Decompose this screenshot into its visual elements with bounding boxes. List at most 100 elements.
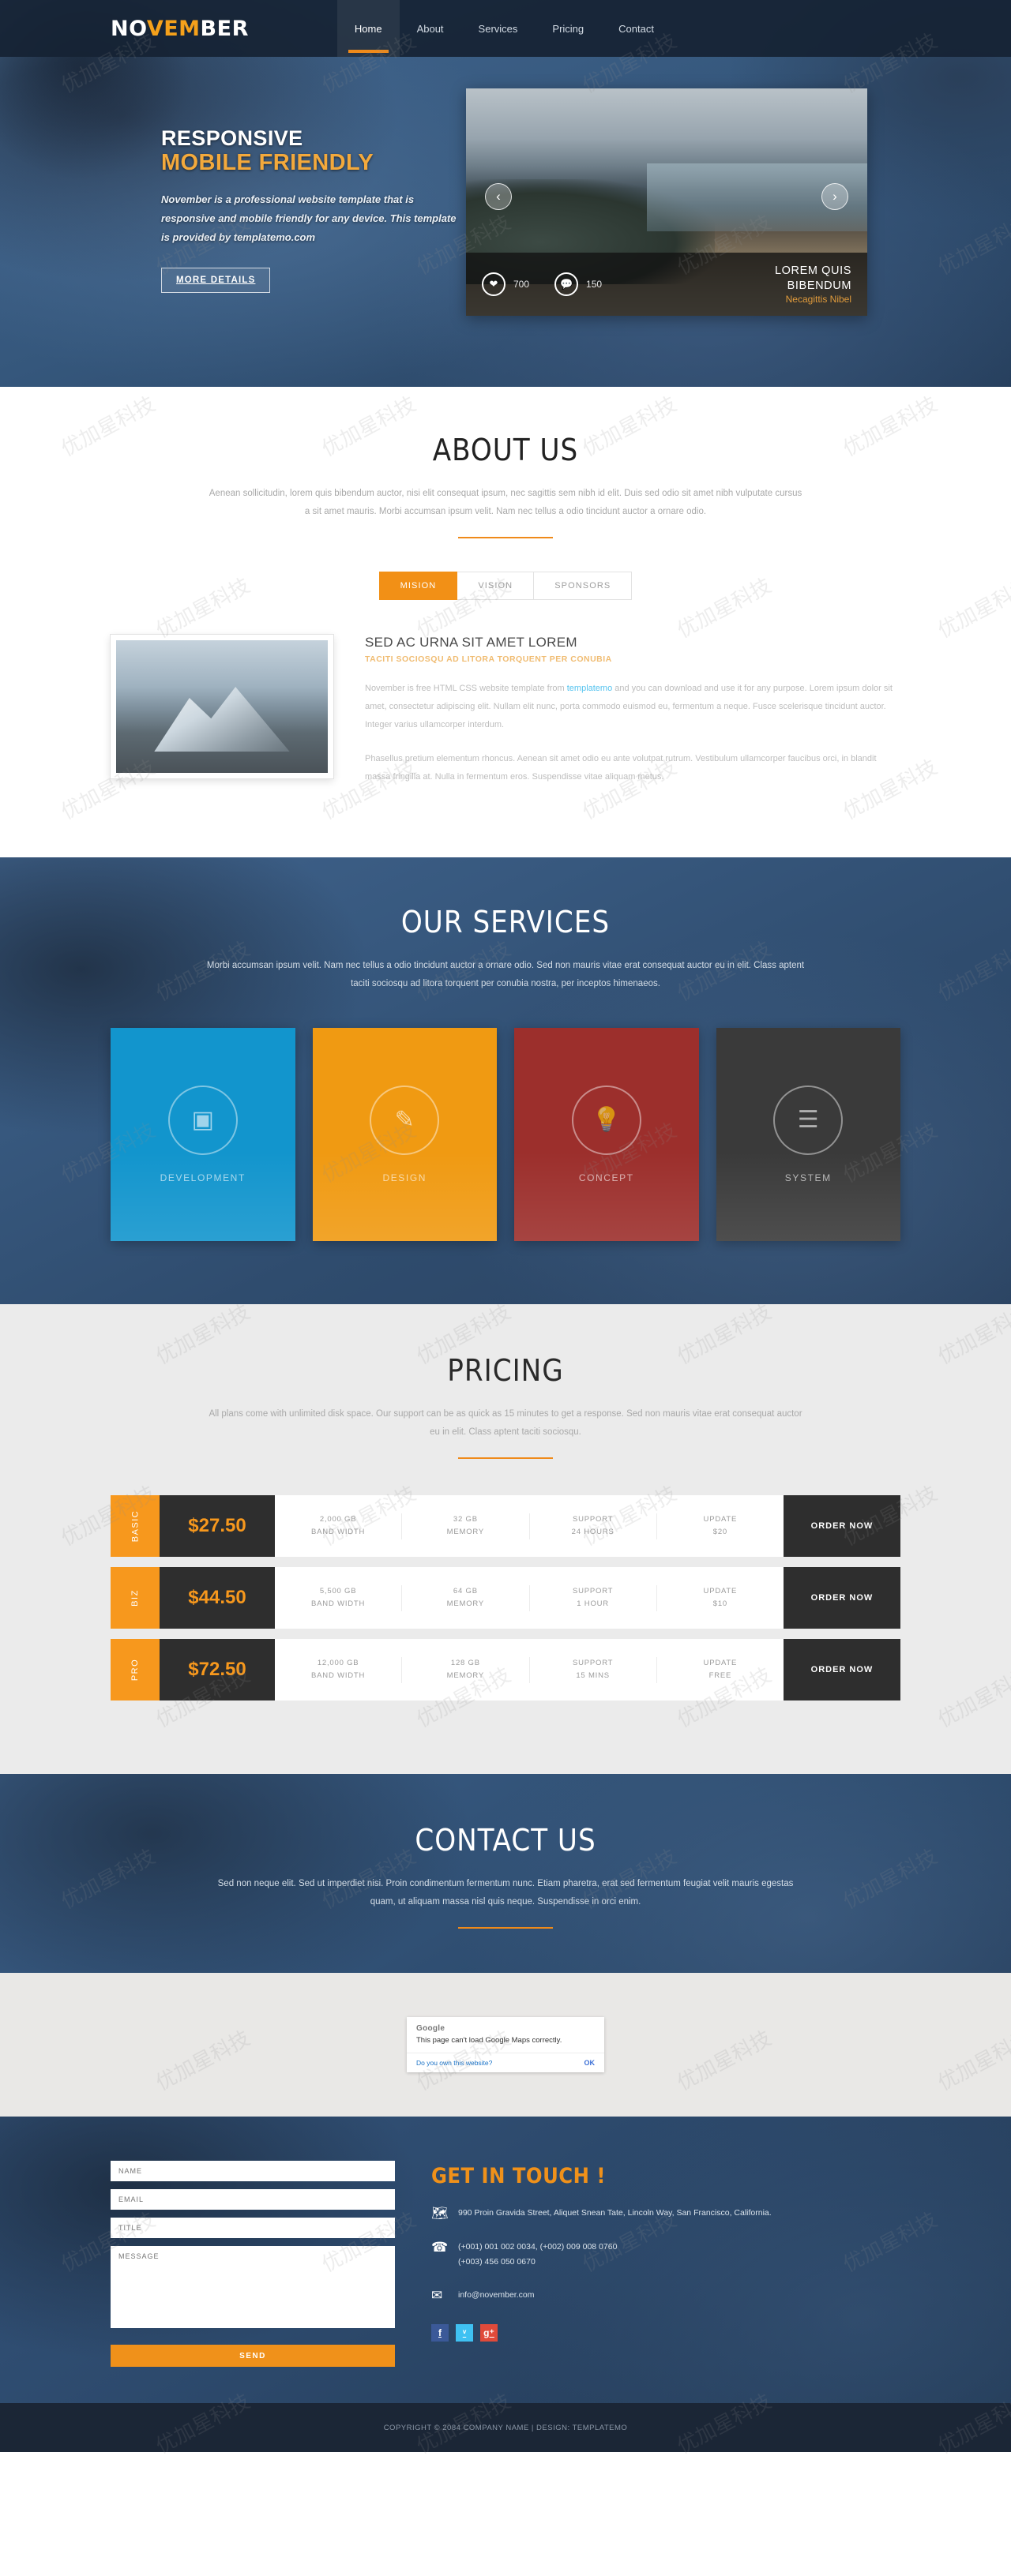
logo-part-3: BER bbox=[200, 16, 249, 41]
table-row: BASIC $27.50 2,000 GB BAND WIDTH 32 GB M… bbox=[111, 1495, 900, 1558]
plan-name-biz: BIZ bbox=[111, 1567, 160, 1629]
slider-caption-sub: Necagittis Nibel bbox=[785, 293, 851, 305]
hero-title-line1: RESPONSIVE bbox=[161, 126, 303, 150]
pricing-table: BASIC $27.50 2,000 GB BAND WIDTH 32 GB M… bbox=[111, 1495, 900, 1701]
plan-bandwidth-biz: 5,500 GB BAND WIDTH bbox=[275, 1584, 403, 1612]
tab-sponsors[interactable]: SPONSORS bbox=[534, 572, 633, 600]
about-p1-a: November is free HTML CSS website templa… bbox=[365, 684, 567, 693]
about-divider bbox=[458, 537, 553, 538]
site-logo[interactable]: NOVEMBER bbox=[111, 17, 249, 41]
contact-divider bbox=[458, 1927, 553, 1929]
about-title: ABOUT US bbox=[432, 433, 579, 467]
contact-section: CONTACT US Sed non neque elit. Sed ut im… bbox=[0, 1774, 1011, 1973]
hero-paragraph: November is a professional website templ… bbox=[161, 193, 457, 243]
pricing-section: PRICING All plans come with unlimited di… bbox=[0, 1304, 1011, 1775]
templatemo-link[interactable]: templatemo bbox=[567, 684, 612, 693]
address-text: 990 Proin Gravida Street, Aliquet Snean … bbox=[458, 2208, 772, 2218]
phone-text: (+001) 001 002 0034, (+002) 009 008 0760… bbox=[458, 2241, 618, 2267]
google-brand: Google bbox=[416, 2024, 445, 2034]
service-card-design[interactable]: ✎ DESIGN bbox=[312, 1028, 497, 1242]
plan-memory-biz: 64 GB MEMORY bbox=[402, 1584, 530, 1612]
services-section: OUR SERVICES Morbi accumsan ipsum velit.… bbox=[0, 857, 1011, 1304]
send-button[interactable]: SEND bbox=[111, 2345, 395, 2368]
comment-icon: 💬 bbox=[554, 272, 579, 296]
nav-item-contact[interactable]: Contact bbox=[601, 0, 671, 57]
map-ok-button[interactable]: OK bbox=[584, 2059, 596, 2067]
pricing-subtitle: All plans come with unlimited disk space… bbox=[209, 1409, 802, 1438]
get-in-touch-heading: GET IN TOUCH ! bbox=[431, 2164, 606, 2189]
plan-support-biz: SUPPORT 1 HOUR bbox=[530, 1584, 657, 1612]
services-title: OUR SERVICES bbox=[400, 905, 611, 940]
order-now-button-basic[interactable]: ORDER NOW bbox=[784, 1495, 900, 1558]
plan-price-pro: $72.50 bbox=[160, 1639, 275, 1701]
service-card-concept[interactable]: 💡 CONCEPT bbox=[514, 1028, 699, 1242]
slider-likes[interactable]: ❤ 700 bbox=[482, 272, 529, 296]
service-label-design: DESIGN bbox=[382, 1172, 427, 1184]
page-footer: COPYRIGHT © 2084 COMPANY NAME | DESIGN: … bbox=[0, 2403, 1011, 2453]
tab-vision[interactable]: VISION bbox=[457, 572, 535, 600]
plan-support-basic: SUPPORT 24 HOURS bbox=[530, 1513, 657, 1540]
table-row: BIZ $44.50 5,500 GB BAND WIDTH 64 GB MEM… bbox=[111, 1567, 900, 1629]
nav-item-pricing[interactable]: Pricing bbox=[535, 0, 601, 57]
about-tabs: MISION VISION SPONSORS bbox=[111, 572, 900, 600]
email-input[interactable] bbox=[111, 2189, 395, 2210]
plan-update-biz: UPDATE $10 bbox=[703, 1586, 738, 1609]
social-links: f ᵛ g⁺ bbox=[431, 2324, 900, 2342]
slider-prev-icon[interactable]: ‹ bbox=[485, 183, 512, 210]
service-label-development: DEVELOPMENT bbox=[160, 1172, 246, 1184]
contact-form: SEND bbox=[111, 2161, 395, 2368]
title-input[interactable] bbox=[111, 2218, 395, 2239]
service-card-development[interactable]: ▣ DEVELOPMENT bbox=[111, 1028, 295, 1242]
order-now-button-biz[interactable]: ORDER NOW bbox=[784, 1567, 900, 1629]
hero-section: NOVEMBER Home About Services Pricing Con… bbox=[0, 0, 1011, 387]
slider-caption-line1: LOREM QUIS bbox=[774, 264, 851, 278]
tab-mision[interactable]: MISION bbox=[378, 572, 458, 600]
slider-comments-count: 150 bbox=[586, 279, 603, 290]
nav-item-home[interactable]: Home bbox=[336, 0, 400, 57]
google-maps-error-message: This page can't load Google Maps correct… bbox=[416, 2036, 562, 2045]
plan-price-basic: $27.50 bbox=[160, 1495, 275, 1558]
slider-next-icon[interactable]: › bbox=[821, 183, 848, 210]
nav-item-about[interactable]: About bbox=[400, 0, 461, 57]
message-textarea[interactable] bbox=[111, 2246, 395, 2329]
hero-slider[interactable]: ‹ › ❤ 700 💬 150 LOREM QUIS BIBENDUM Neca… bbox=[466, 88, 867, 316]
slider-caption: ❤ 700 💬 150 LOREM QUIS BIBENDUM Necagitt… bbox=[466, 253, 867, 316]
email-text: info@november.com bbox=[458, 2289, 535, 2300]
email-block: ✉ info@november.com bbox=[431, 2288, 900, 2304]
more-details-button[interactable]: MORE DETAILS bbox=[161, 267, 271, 293]
googleplus-icon[interactable]: g⁺ bbox=[480, 2324, 498, 2342]
plan-memory-pro: 128 GB MEMORY bbox=[402, 1656, 530, 1684]
hero-text-block: RESPONSIVE MOBILE FRIENDLY November is a… bbox=[111, 88, 458, 316]
nav-item-services[interactable]: Services bbox=[461, 0, 536, 57]
name-input[interactable] bbox=[111, 2161, 395, 2182]
plan-update-pro: UPDATE FREE bbox=[703, 1658, 738, 1681]
nav-links: Home About Services Pricing Contact bbox=[336, 0, 671, 57]
pricing-divider bbox=[458, 1457, 553, 1460]
about-paragraph-2: Phasellus pretium elementum rhoncus. Aen… bbox=[365, 754, 877, 782]
plan-bandwidth-pro: 12,000 GB BAND WIDTH bbox=[275, 1656, 403, 1684]
slider-likes-count: 700 bbox=[513, 279, 530, 290]
own-website-link[interactable]: Do you own this website? bbox=[416, 2059, 492, 2067]
google-maps-error-dialog: Google This page can't load Google Maps … bbox=[407, 2017, 604, 2073]
plan-name-pro: PRO bbox=[111, 1639, 160, 1701]
hero-title-line2: MOBILE FRIENDLY bbox=[161, 150, 374, 176]
facebook-icon[interactable]: f bbox=[431, 2324, 449, 2342]
contact-title: CONTACT US bbox=[415, 1823, 596, 1858]
plan-support-pro: SUPPORT 15 MINS bbox=[530, 1656, 657, 1684]
plan-price-biz: $44.50 bbox=[160, 1567, 275, 1629]
about-image bbox=[111, 635, 333, 778]
order-now-button-pro[interactable]: ORDER NOW bbox=[784, 1639, 900, 1701]
service-card-system[interactable]: ☰ SYSTEM bbox=[716, 1028, 900, 1242]
slider-comments[interactable]: 💬 150 bbox=[554, 272, 602, 296]
service-label-concept: CONCEPT bbox=[578, 1172, 634, 1184]
logo-part-2: VEM bbox=[146, 16, 201, 41]
monitor-icon: ▣ bbox=[167, 1086, 238, 1156]
main-navbar: NOVEMBER Home About Services Pricing Con… bbox=[0, 0, 1011, 57]
map-icon: 🗺 bbox=[431, 2206, 449, 2222]
pencil-icon: ✎ bbox=[370, 1086, 440, 1156]
twitter-icon[interactable]: ᵛ bbox=[456, 2324, 473, 2342]
services-cards: ▣ DEVELOPMENT ✎ DESIGN 💡 CONCEPT ☰ SYSTE… bbox=[111, 1028, 900, 1242]
services-subtitle: Morbi accumsan ipsum velit. Nam nec tell… bbox=[206, 961, 805, 989]
hero-title: RESPONSIVE MOBILE FRIENDLY bbox=[161, 126, 458, 176]
address-block: 🗺 990 Proin Gravida Street, Aliquet Snea… bbox=[431, 2206, 900, 2222]
